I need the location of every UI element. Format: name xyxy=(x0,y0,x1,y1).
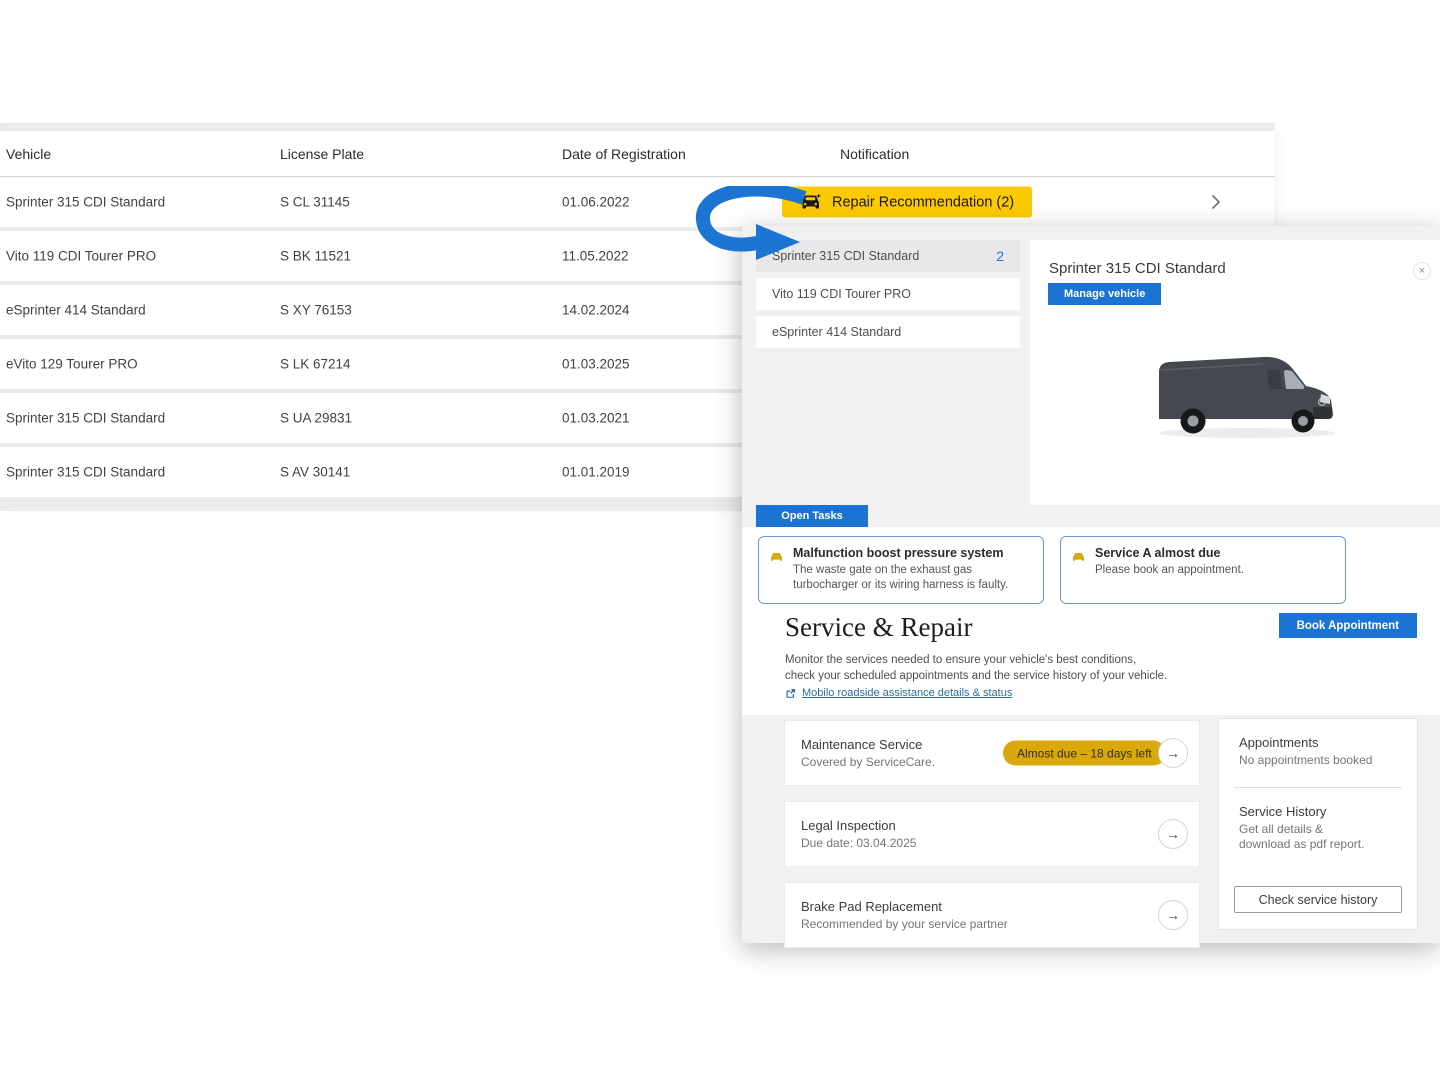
vehicle-cell: eSprinter 414 Standard xyxy=(6,303,146,318)
service-item-card[interactable]: Brake Pad Replacement Recommended by you… xyxy=(784,882,1200,948)
manage-vehicle-button[interactable]: Manage vehicle xyxy=(1048,283,1161,305)
appointments-title: Appointments xyxy=(1239,735,1397,750)
repair-recommendation-label: Repair Recommendation (2) xyxy=(832,194,1014,210)
open-tasks-tab[interactable]: Open Tasks xyxy=(756,505,868,527)
appointments-section: Appointments No appointments booked xyxy=(1219,719,1417,769)
service-item-card[interactable]: Legal Inspection Due date: 03.04.2025 → xyxy=(784,801,1200,867)
vehicle-detail-overlay: Sprinter 315 CDI Standard 2 Vito 119 CDI… xyxy=(742,226,1440,943)
service-item-subtitle: Due date: 03.04.2025 xyxy=(801,836,1139,850)
table-header-row: Vehicle License Plate Date of Registrati… xyxy=(0,131,1275,177)
table-row[interactable]: Sprinter 315 CDI Standard S CL 31145 01.… xyxy=(0,177,1275,227)
service-item-card[interactable]: Maintenance Service Covered by ServiceCa… xyxy=(784,720,1200,786)
service-history-text: Get all details & download as pdf report… xyxy=(1239,822,1374,853)
license-plate-cell: S CL 31145 xyxy=(280,195,350,210)
vehicle-detail-title: Sprinter 315 CDI Standard xyxy=(1049,260,1226,277)
registration-date-cell: 11.05.2022 xyxy=(562,249,629,264)
task-card[interactable]: Malfunction boost pressure system The wa… xyxy=(758,536,1044,604)
license-plate-cell: S XY 76153 xyxy=(280,303,352,318)
service-items-list: Maintenance Service Covered by ServiceCa… xyxy=(784,720,1200,963)
fleet-app-screen: Vehicle License Plate Date of Registrati… xyxy=(0,0,1440,1080)
column-header-license-plate: License Plate xyxy=(280,146,364,162)
license-plate-cell: S AV 30141 xyxy=(280,465,350,480)
registration-date-cell: 01.03.2021 xyxy=(562,411,630,426)
task-title: Service A almost due xyxy=(1095,546,1333,560)
column-header-date-of-registration: Date of Registration xyxy=(562,146,686,162)
chevron-right-icon[interactable] xyxy=(1211,194,1223,210)
vehicle-cell: Sprinter 315 CDI Standard xyxy=(6,411,165,426)
license-plate-cell: S LK 67214 xyxy=(280,357,351,372)
service-history-title: Service History xyxy=(1239,804,1397,819)
appointments-text: No appointments booked xyxy=(1239,753,1397,769)
callout-arrow-icon xyxy=(694,186,812,265)
vehicle-cell: eVito 129 Tourer PRO xyxy=(6,357,138,372)
repair-recommendation-button[interactable]: Repair Recommendation (2) xyxy=(782,187,1032,218)
vehicle-cell: Vito 119 CDI Tourer PRO xyxy=(6,249,156,264)
notification-count-badge: 2 xyxy=(996,248,1004,264)
registration-date-cell: 14.02.2024 xyxy=(562,303,630,318)
vehicle-list-item[interactable]: Vito 119 CDI Tourer PRO xyxy=(756,278,1020,310)
due-status-badge: Almost due – 18 days left xyxy=(1003,741,1166,766)
column-header-vehicle: Vehicle xyxy=(6,146,51,162)
open-tasks-list: Malfunction boost pressure system The wa… xyxy=(758,536,1346,604)
vehicle-list-label: eSprinter 414 Standard xyxy=(772,325,901,339)
service-repair-title: Service & Repair xyxy=(785,612,972,643)
arrow-right-icon[interactable]: → xyxy=(1158,738,1188,768)
vehicle-list-label: Vito 119 CDI Tourer PRO xyxy=(772,287,911,301)
divider xyxy=(1234,787,1402,788)
column-header-notification: Notification xyxy=(840,146,909,162)
vehicle-detail-card: Sprinter 315 CDI Standard Manage vehicle… xyxy=(1030,240,1440,505)
service-history-section: Service History Get all details & downlo… xyxy=(1219,804,1417,853)
vehicle-cell: Sprinter 315 CDI Standard xyxy=(6,465,165,480)
vehicle-cell: Sprinter 315 CDI Standard xyxy=(6,195,165,210)
appointments-history-card: Appointments No appointments booked Serv… xyxy=(1218,718,1418,930)
registration-date-cell: 01.01.2019 xyxy=(562,465,630,480)
vehicle-list-item[interactable]: eSprinter 414 Standard xyxy=(756,316,1020,348)
registration-date-cell: 01.06.2022 xyxy=(562,195,630,210)
book-appointment-button[interactable]: Book Appointment xyxy=(1279,613,1417,638)
mobilo-assistance-label: Mobilo roadside assistance details & sta… xyxy=(802,687,1012,699)
task-card[interactable]: Service A almost due Please book an appo… xyxy=(1060,536,1346,604)
service-repair-description: Monitor the services needed to ensure yo… xyxy=(785,652,1169,685)
external-link-icon xyxy=(785,688,796,699)
task-title: Malfunction boost pressure system xyxy=(793,546,1031,560)
vehicle-image xyxy=(1145,345,1360,445)
service-item-title: Legal Inspection xyxy=(801,818,1139,833)
check-service-history-button[interactable]: Check service history xyxy=(1234,886,1402,913)
close-icon[interactable]: × xyxy=(1413,262,1431,280)
task-description: The waste gate on the exhaust gas turboc… xyxy=(793,563,1031,594)
car-service-icon xyxy=(1072,549,1085,567)
car-service-icon xyxy=(770,549,783,567)
arrow-right-icon[interactable]: → xyxy=(1158,819,1188,849)
mobilo-assistance-link[interactable]: Mobilo roadside assistance details & sta… xyxy=(785,687,1012,699)
service-item-title: Brake Pad Replacement xyxy=(801,899,1139,914)
license-plate-cell: S UA 29831 xyxy=(280,411,352,426)
task-description: Please book an appointment. xyxy=(1095,563,1333,578)
service-item-subtitle: Recommended by your service partner xyxy=(801,917,1139,931)
arrow-right-icon[interactable]: → xyxy=(1158,900,1188,930)
registration-date-cell: 01.03.2025 xyxy=(562,357,630,372)
license-plate-cell: S BK 11521 xyxy=(280,249,351,264)
